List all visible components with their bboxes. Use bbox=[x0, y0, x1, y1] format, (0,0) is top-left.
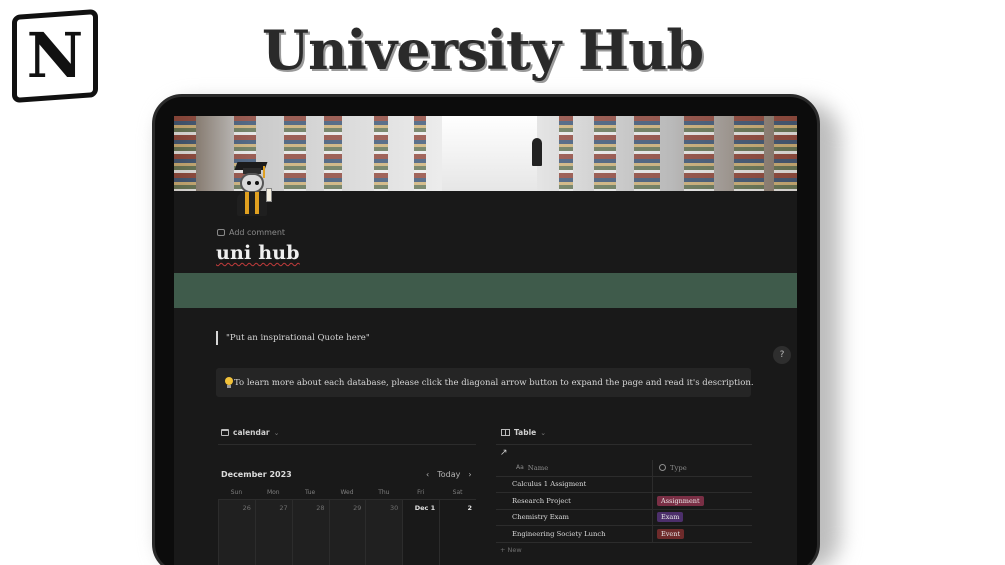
table-row[interactable]: Calculus 1 Assigment bbox=[496, 476, 752, 493]
help-button[interactable]: ? bbox=[773, 346, 791, 364]
divider bbox=[496, 444, 752, 445]
add-comment-button[interactable]: Add comment bbox=[217, 228, 285, 237]
bookshelf bbox=[594, 116, 616, 191]
calendar-icon bbox=[221, 429, 229, 436]
calendar-day-cell[interactable]: 29 bbox=[328, 500, 366, 565]
calendar-view-tab[interactable]: calendar ⌄ bbox=[221, 428, 280, 437]
next-month-button[interactable]: › bbox=[468, 470, 471, 479]
calendar-day-cell[interactable]: 2 bbox=[439, 500, 476, 565]
tassel bbox=[263, 166, 265, 178]
cat-face bbox=[240, 173, 264, 193]
row-type-cell[interactable]: Assignment bbox=[652, 493, 752, 509]
calendar-grid: Sun Mon Tue Wed Thu Fri Sat 26 27 28 29 … bbox=[218, 486, 476, 565]
today-button[interactable]: Today bbox=[437, 470, 460, 479]
eye bbox=[247, 181, 251, 185]
person-figure bbox=[532, 138, 542, 166]
weekday-label: Mon bbox=[266, 489, 280, 496]
calendar-day-cell[interactable]: 26 bbox=[218, 500, 255, 565]
divider bbox=[218, 444, 476, 445]
row-type-cell[interactable]: Event bbox=[652, 526, 752, 542]
quote-block[interactable]: "Put an inspirational Quote here" bbox=[216, 331, 370, 345]
calendar-month-label: December 2023 bbox=[221, 470, 292, 479]
type-tag: Event bbox=[657, 528, 685, 539]
bookshelf bbox=[774, 116, 797, 191]
expand-arrow-icon[interactable]: ↗ bbox=[500, 449, 509, 458]
new-row-button[interactable]: + New bbox=[500, 546, 522, 554]
stole bbox=[245, 192, 259, 214]
calendar-week-row: 26 27 28 29 30 Dec 1 2 bbox=[218, 499, 476, 565]
bookshelf bbox=[684, 116, 714, 191]
type-tag: Assignment bbox=[657, 495, 704, 506]
select-property-icon bbox=[659, 464, 666, 472]
table-view-tab[interactable]: Table ⌄ bbox=[501, 428, 546, 437]
comment-icon bbox=[217, 229, 225, 236]
plus-icon: + bbox=[500, 546, 508, 554]
bookshelf bbox=[324, 116, 342, 191]
database-table: Aa Name Type Calculus 1 Assigment Resear… bbox=[496, 460, 752, 543]
row-type-cell[interactable]: Exam bbox=[652, 509, 752, 525]
calendar-day-cell[interactable]: Dec 1 bbox=[402, 500, 439, 565]
table-row[interactable]: Research Project Assignment bbox=[496, 493, 752, 510]
column-header-label: Type bbox=[670, 463, 687, 472]
calendar-day-cell[interactable]: 28 bbox=[291, 500, 329, 565]
color-band bbox=[174, 273, 797, 308]
new-row-label: New bbox=[507, 546, 522, 554]
add-comment-label: Add comment bbox=[229, 228, 286, 237]
table-icon bbox=[501, 429, 510, 436]
library-aisle bbox=[442, 116, 537, 191]
table-row[interactable]: Engineering Society Lunch Event bbox=[496, 526, 752, 543]
bookshelf bbox=[634, 116, 660, 191]
row-name[interactable]: Calculus 1 Assigment bbox=[496, 480, 652, 488]
table-header-row: Aa Name Type bbox=[496, 460, 752, 477]
column-header-name[interactable]: Aa Name bbox=[496, 464, 652, 472]
callout-text: To learn more about each database, pleas… bbox=[234, 377, 754, 388]
graduate-cat-icon[interactable] bbox=[232, 162, 278, 218]
bookshelf bbox=[559, 116, 573, 191]
text-property-icon: Aa bbox=[516, 464, 524, 472]
diploma-scroll bbox=[266, 188, 272, 202]
bookshelf bbox=[174, 116, 196, 191]
weekday-label: Tue bbox=[305, 489, 316, 496]
callout-block[interactable]: To learn more about each database, pleas… bbox=[216, 368, 754, 397]
weekday-label: Thu bbox=[378, 489, 390, 496]
type-tag: Exam bbox=[657, 512, 684, 523]
eye bbox=[255, 181, 259, 185]
prev-month-button[interactable]: ‹ bbox=[426, 470, 429, 479]
calendar-day-cell[interactable]: 27 bbox=[254, 500, 292, 565]
weekday-label: Sat bbox=[452, 489, 463, 496]
table-view-label: Table bbox=[514, 428, 537, 437]
headline: University Hub bbox=[262, 18, 704, 82]
table-row[interactable]: Chemistry Exam Exam bbox=[496, 509, 752, 526]
column-header-type[interactable]: Type bbox=[652, 460, 752, 476]
calendar-nav: ‹ Today › bbox=[426, 470, 472, 479]
page-title[interactable]: uni hub bbox=[216, 242, 300, 264]
row-name[interactable]: Chemistry Exam bbox=[496, 513, 652, 521]
weekday-label: Fri bbox=[417, 489, 425, 496]
logo-letter: N bbox=[26, 19, 84, 92]
bookshelf bbox=[374, 116, 388, 191]
row-name[interactable]: Research Project bbox=[496, 497, 652, 505]
calendar-view-label: calendar bbox=[233, 428, 270, 437]
weekday-label: Wed bbox=[340, 489, 354, 496]
chevron-down-icon: ⌄ bbox=[540, 428, 547, 437]
column-header-label: Name bbox=[527, 463, 549, 472]
bookshelf bbox=[734, 116, 764, 191]
notion-page-screen: Add comment uni hub "Put an inspirationa… bbox=[174, 116, 797, 565]
notion-logo-icon: N bbox=[12, 8, 98, 104]
bookshelf bbox=[284, 116, 306, 191]
bookshelf bbox=[414, 116, 426, 191]
weekday-header-row: Sun Mon Tue Wed Thu Fri Sat bbox=[218, 486, 476, 499]
calendar-day-cell[interactable]: 30 bbox=[365, 500, 403, 565]
row-type-cell[interactable] bbox=[652, 476, 752, 492]
row-name[interactable]: Engineering Society Lunch bbox=[496, 530, 652, 538]
weekday-label: Sun bbox=[230, 489, 243, 496]
chevron-down-icon: ⌄ bbox=[273, 428, 280, 437]
